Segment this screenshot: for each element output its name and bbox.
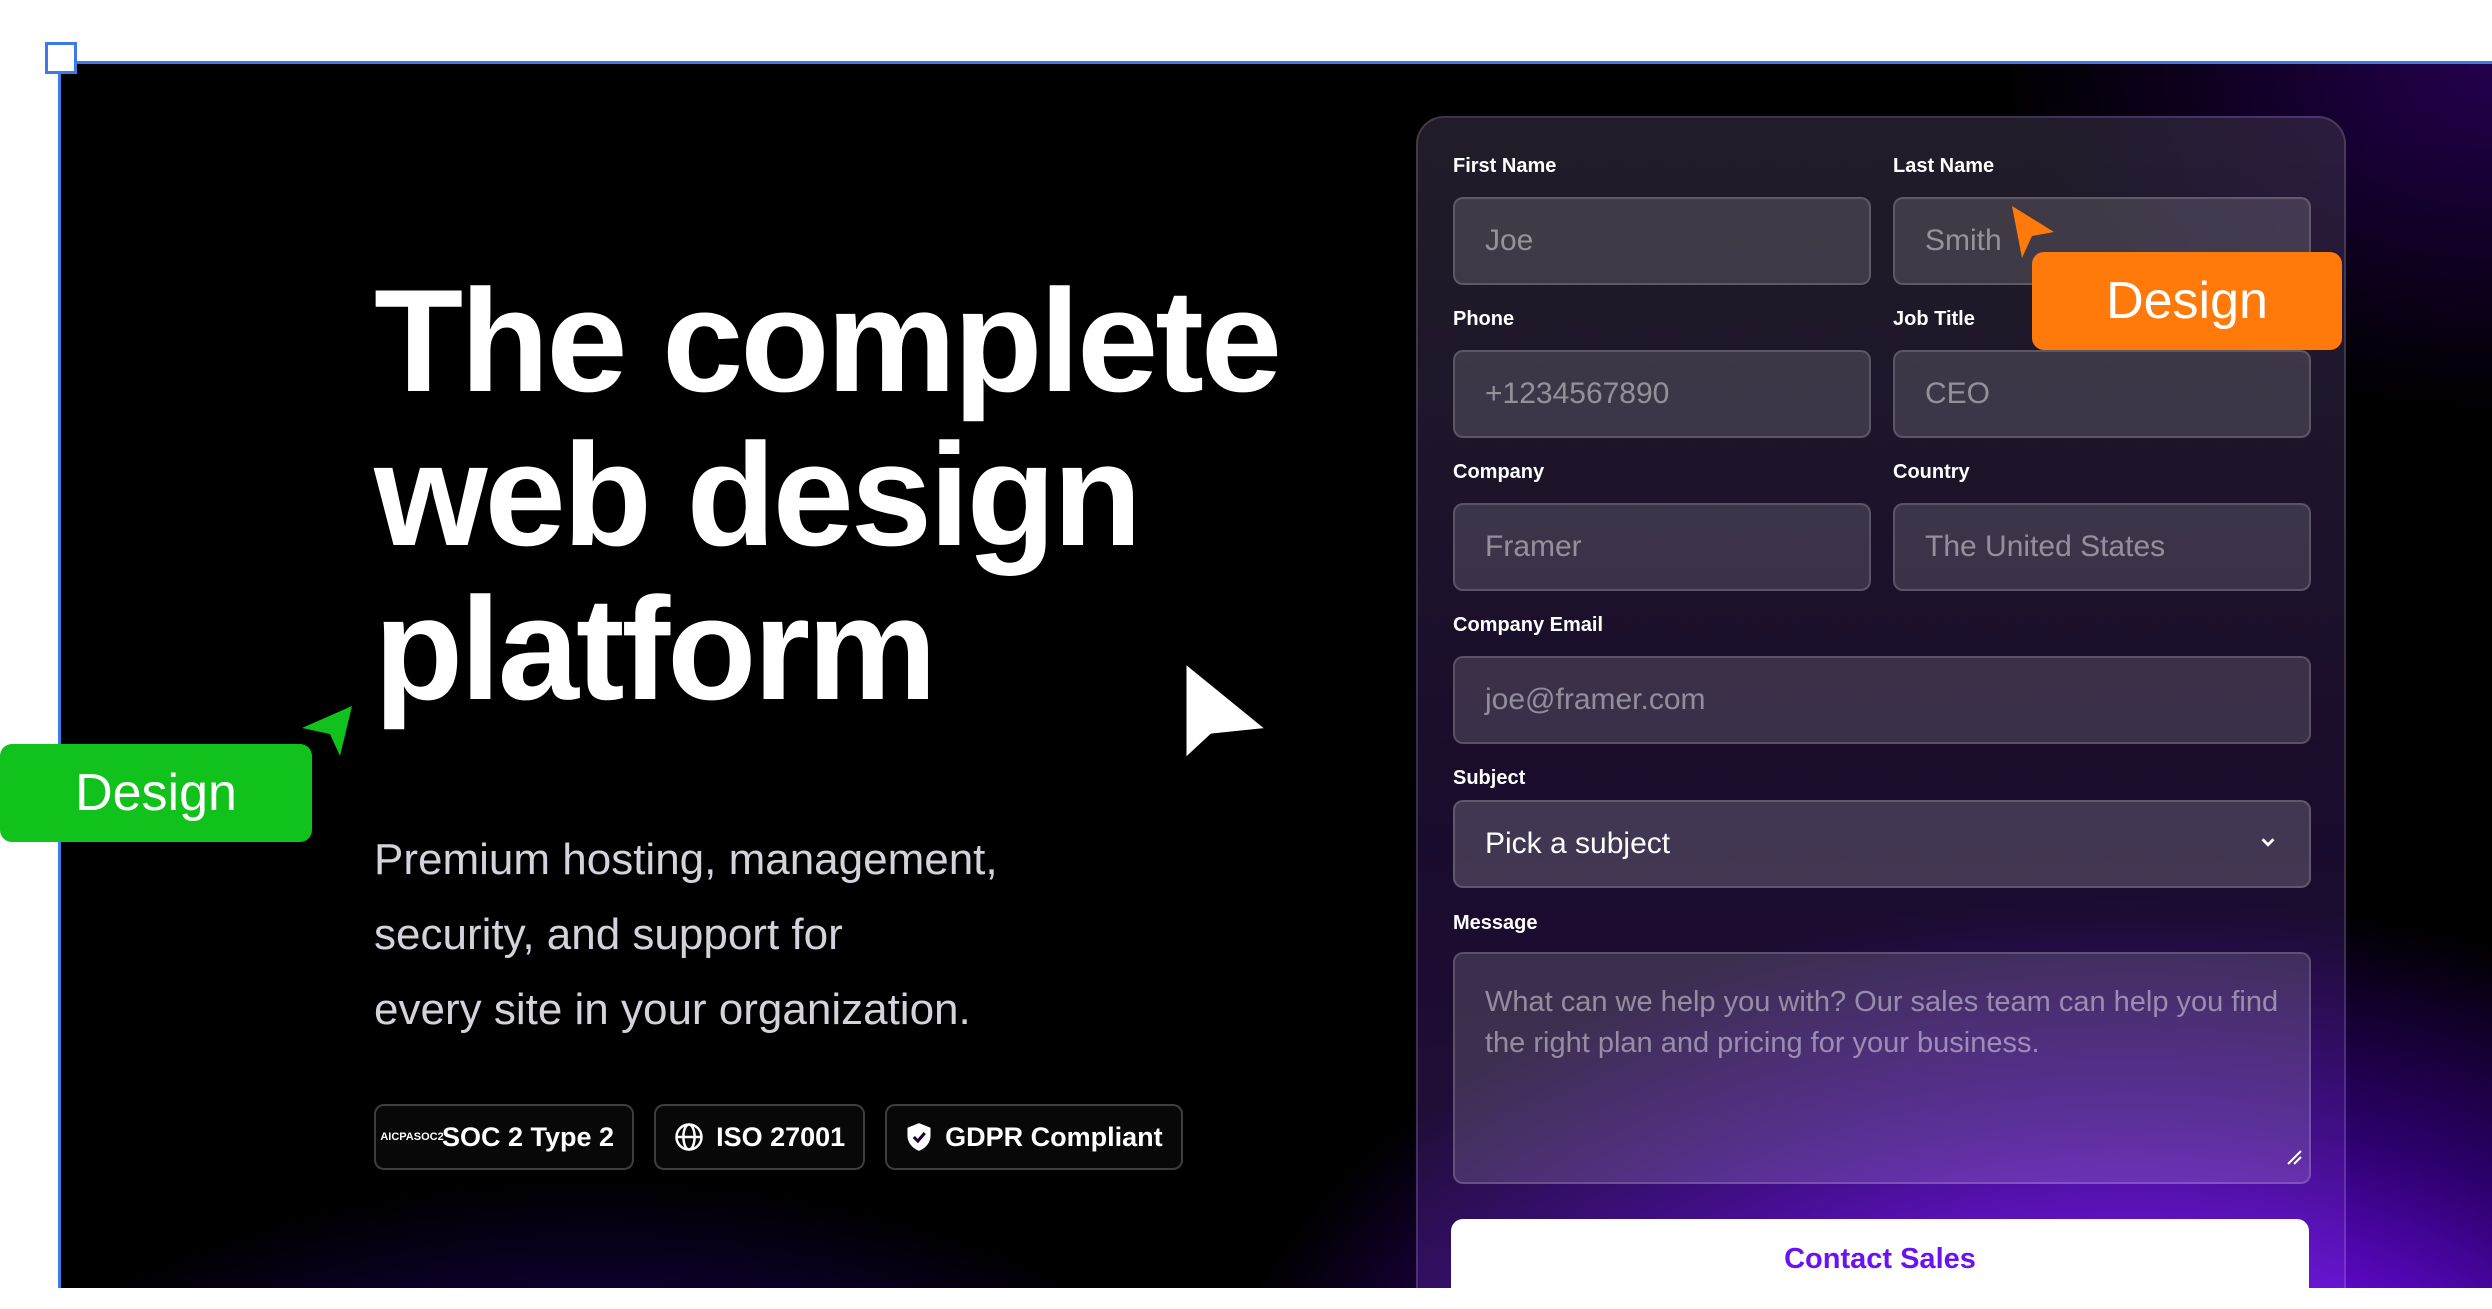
hero-title-line: The complete: [374, 259, 1282, 422]
email-label: Company Email: [1453, 614, 1604, 636]
first-name-field[interactable]: Joe: [1453, 197, 1871, 285]
last-name-placeholder: Smith: [1925, 224, 2002, 257]
phone-field[interactable]: +1234567890: [1453, 350, 1871, 438]
collaborator-tag-green: Design: [0, 744, 312, 842]
country-label: Country: [1893, 461, 1970, 483]
subject-value: Pick a subject: [1485, 827, 1671, 860]
hero-subtitle-line: security, and support for: [374, 910, 843, 959]
mouse-pointer-icon: [1181, 657, 1273, 765]
globe-icon: [674, 1122, 704, 1152]
message-placeholder: What can we help you with? Our sales tea…: [1485, 986, 2279, 1059]
country-field[interactable]: The United States: [1893, 503, 2311, 591]
last-name-label: Last Name: [1893, 155, 1995, 177]
badge-iso: ISO 27001: [654, 1104, 866, 1170]
job-title-placeholder: CEO: [1925, 377, 1991, 410]
badge-label: GDPR Compliant: [945, 1121, 1163, 1152]
first-name-placeholder: Joe: [1485, 224, 1534, 257]
resize-grip-icon[interactable]: [2285, 1137, 2303, 1178]
frame-resize-handle[interactable]: [45, 42, 77, 74]
message-textarea[interactable]: What can we help you with? Our sales tea…: [1453, 952, 2311, 1184]
hero-subtitle-line: Premium hosting, management,: [374, 835, 998, 884]
hero-title-line: web design: [374, 413, 1142, 576]
badge-label: ISO 27001: [716, 1121, 846, 1152]
collaborator-tag-orange: Design: [2032, 252, 2342, 350]
phone-label: Phone: [1453, 308, 1515, 330]
message-label: Message: [1453, 912, 1538, 934]
email-field[interactable]: joe@framer.com: [1453, 656, 2311, 744]
hero-subtitle: Premium hosting, management, security, a…: [374, 822, 1154, 1047]
country-placeholder: The United States: [1925, 530, 2166, 563]
hero-subtitle-line: every site in your organization.: [374, 985, 971, 1034]
phone-placeholder: +1234567890: [1485, 377, 1670, 410]
company-field[interactable]: Framer: [1453, 503, 1871, 591]
job-title-field[interactable]: CEO: [1893, 350, 2311, 438]
subject-select[interactable]: Pick a subject: [1453, 800, 2311, 888]
aicpa-soc2-icon: AICPA SOC2: [380, 1131, 444, 1143]
company-placeholder: Framer: [1485, 530, 1582, 563]
compliance-badges: AICPA SOC2 SOC 2 Type 2 ISO 27001 GDPR Co…: [374, 1104, 1183, 1170]
contact-sales-button[interactable]: Contact Sales: [1451, 1219, 2309, 1309]
badge-soc2: AICPA SOC2 SOC 2 Type 2: [374, 1104, 635, 1170]
company-label: Company: [1453, 461, 1545, 483]
subject-label: Subject: [1453, 767, 1526, 789]
job-title-label: Job Title: [1893, 308, 1975, 330]
chevron-down-icon: [2257, 827, 2279, 861]
badge-label: SOC 2 Type 2: [442, 1121, 615, 1152]
first-name-label: First Name: [1453, 155, 1557, 177]
badge-gdpr: GDPR Compliant: [885, 1104, 1183, 1170]
shield-check-icon: [905, 1122, 933, 1152]
email-placeholder: joe@framer.com: [1485, 683, 1706, 716]
